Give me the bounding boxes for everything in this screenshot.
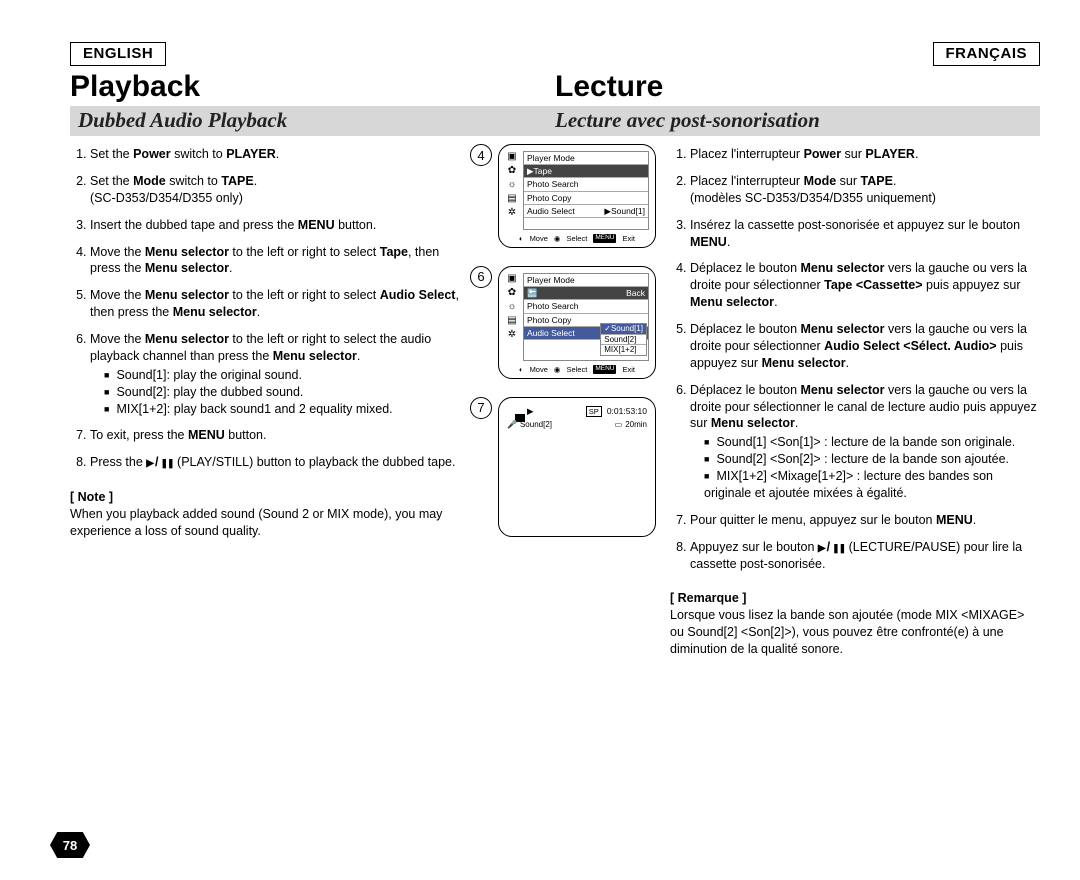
camera-icon: ✿ bbox=[506, 288, 518, 298]
column-francais: Placez l'interrupteur Power sur PLAYER. … bbox=[670, 144, 1040, 658]
camcorder-icon: ▣ bbox=[506, 274, 518, 284]
en-note-body: When you playback added sound (Sound 2 o… bbox=[70, 506, 460, 540]
menu-key-icon: MENU bbox=[593, 234, 616, 243]
select-icon: ◉ bbox=[554, 234, 561, 243]
column-screens: 4 ▣ ✿ ☼ ▤ ✲ Player Mode ▶Tape bbox=[470, 144, 660, 658]
fr-step-7: Pour quitter le menu, appuyez sur le bou… bbox=[690, 512, 1040, 529]
hint-move: Move bbox=[530, 365, 548, 374]
fr-step-8: Appuyez sur le bouton / (LECTURE/PAUSE) … bbox=[690, 539, 1040, 573]
play-icon: ▶ bbox=[527, 406, 534, 417]
en-bullet-mix: MIX[1+2]: play back sound1 and 2 equalit… bbox=[104, 401, 460, 418]
menu-title: Player Mode bbox=[524, 152, 648, 164]
memory-icon: ▤ bbox=[506, 194, 518, 204]
play-pause-icon: / bbox=[146, 454, 173, 471]
en-step-4: Move the Menu selector to the left or ri… bbox=[90, 244, 460, 278]
fr-bullet-sound1: Sound[1] <Son[1]> : lecture de la bande … bbox=[704, 434, 1040, 451]
play-pause-icon: / bbox=[818, 539, 845, 556]
fr-bullet-sound2: Sound[2] <Son[2]> : lecture de la bande … bbox=[704, 451, 1040, 468]
en-step-2: Set the Mode switch to TAPE. (SC-D353/D3… bbox=[90, 173, 460, 207]
page-number-badge: 78 bbox=[50, 832, 90, 858]
menu-row-audio-select: Audio Select▶Sound[1] bbox=[524, 204, 648, 217]
step-badge-7: 7 bbox=[470, 397, 492, 419]
tape-remaining: 20min bbox=[625, 420, 647, 429]
option-sound2: Sound[2] bbox=[601, 334, 646, 345]
fr-step-4: Déplacez le bouton Menu selector vers la… bbox=[690, 260, 1040, 311]
menu-screen-4: ▣ ✿ ☼ ▤ ✲ Player Mode ▶Tape Photo Search… bbox=[498, 144, 656, 248]
fr-step-1: Placez l'interrupteur Power sur PLAYER. bbox=[690, 146, 1040, 163]
menu-row-photo-copy: Photo Copy bbox=[524, 191, 648, 204]
option-sound1: ✓Sound[1] bbox=[601, 324, 646, 334]
fr-step-6: Déplacez le bouton Menu selector vers la… bbox=[690, 382, 1040, 502]
hint-move: Move bbox=[530, 234, 548, 243]
camera-icon: ✿ bbox=[506, 166, 518, 176]
camcorder-icon: ▣ bbox=[506, 152, 518, 162]
menu-row-photo-search: Photo Search bbox=[524, 177, 648, 190]
step-badge-6: 6 bbox=[470, 266, 492, 288]
title-left: Playback bbox=[70, 70, 555, 104]
fr-note-heading: [ Remarque ] bbox=[670, 590, 1040, 607]
en-step-7: To exit, press the MENU button. bbox=[90, 427, 460, 444]
title-right: Lecture bbox=[555, 70, 1040, 104]
menu-row-back: 🔙 Back bbox=[524, 286, 648, 299]
subtitle-right: Lecture avec post-sonorisation bbox=[555, 108, 1032, 133]
language-tab-english: ENGLISH bbox=[70, 42, 166, 66]
en-step-1: Set the Power switch to PLAYER. bbox=[90, 146, 460, 163]
hint-exit: Exit bbox=[622, 234, 635, 243]
en-step-6: Move the Menu selector to the left or ri… bbox=[90, 331, 460, 417]
tape-icon: ▭ bbox=[615, 420, 623, 429]
subtitle-left: Dubbed Audio Playback bbox=[78, 108, 555, 133]
hint-exit: Exit bbox=[622, 365, 635, 374]
fr-step-2: Placez l'interrupteur Mode sur TAPE. (mo… bbox=[690, 173, 1040, 207]
column-english: Set the Power switch to PLAYER. Set the … bbox=[70, 144, 460, 658]
joystick-icon: ◐ bbox=[519, 234, 524, 243]
en-bullet-sound1: Sound[1]: play the original sound. bbox=[104, 367, 460, 384]
option-mix: MIX[1+2] bbox=[601, 344, 646, 355]
en-note-heading: [ Note ] bbox=[70, 489, 460, 506]
record-icon: ☼ bbox=[506, 302, 518, 312]
step-badge-4: 4 bbox=[470, 144, 492, 166]
fr-note-body: Lorsque vous lisez la bande son ajoutée … bbox=[670, 607, 1040, 658]
language-tab-francais: FRANÇAIS bbox=[933, 42, 1041, 66]
joystick-icon: ◐ bbox=[519, 365, 524, 374]
settings-icon: ✲ bbox=[506, 208, 518, 218]
mic-icon: 🎤 bbox=[507, 420, 517, 429]
hint-select: Select bbox=[566, 234, 587, 243]
playback-screen-7: ▶ SP 0:01:53:10 🎤 Sound[2] ▭ 20min bbox=[498, 397, 656, 537]
menu-row-photo-search: Photo Search bbox=[524, 299, 648, 312]
sp-badge: SP bbox=[586, 406, 602, 417]
record-icon: ☼ bbox=[506, 180, 518, 190]
timecode: 0:01:53:10 bbox=[607, 406, 647, 416]
audio-select-options: ✓Sound[1] Sound[2] MIX[1+2] bbox=[600, 323, 647, 356]
memory-icon: ▤ bbox=[506, 316, 518, 326]
en-step-5: Move the Menu selector to the left or ri… bbox=[90, 287, 460, 321]
select-icon: ◉ bbox=[554, 365, 561, 374]
fr-step-3: Insérez la cassette post-sonorisée et ap… bbox=[690, 217, 1040, 251]
menu-screen-6: ▣ ✿ ☼ ▤ ✲ Player Mode 🔙 Back Photo Searc… bbox=[498, 266, 656, 379]
en-step-3: Insert the dubbed tape and press the MEN… bbox=[90, 217, 460, 234]
menu-title: Player Mode bbox=[524, 274, 648, 286]
sound-label: Sound[2] bbox=[520, 420, 552, 429]
hint-select: Select bbox=[566, 365, 587, 374]
fr-step-5: Déplacez le bouton Menu selector vers la… bbox=[690, 321, 1040, 372]
en-step-8: Press the / (PLAY/STILL) button to playb… bbox=[90, 454, 460, 471]
fr-bullet-mix: MIX[1+2] <Mixage[1+2]> : lecture des ban… bbox=[704, 468, 1040, 502]
settings-icon: ✲ bbox=[506, 330, 518, 340]
en-bullet-sound2: Sound[2]: play the dubbed sound. bbox=[104, 384, 460, 401]
menu-row-tape: ▶Tape bbox=[524, 164, 648, 177]
menu-key-icon: MENU bbox=[593, 365, 616, 374]
